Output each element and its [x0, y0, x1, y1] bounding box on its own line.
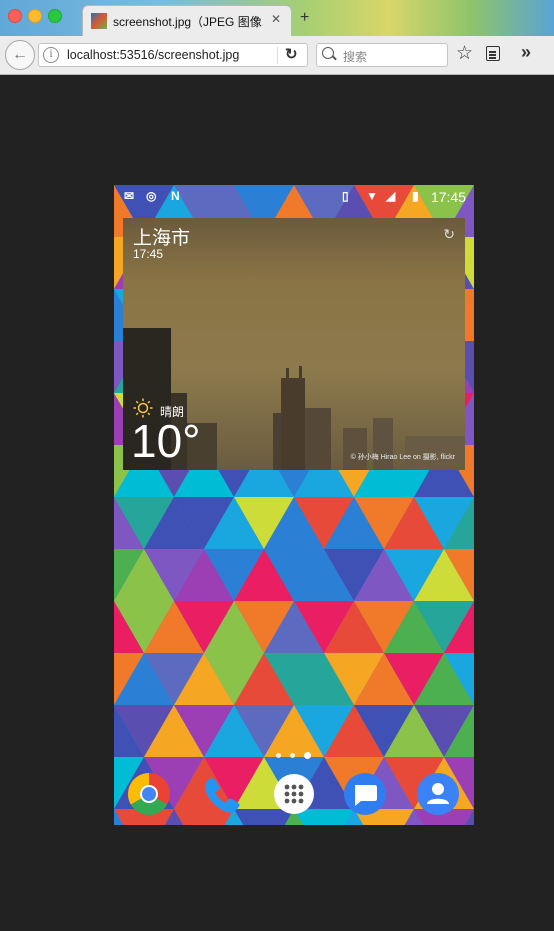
reading-list-icon[interactable]: [486, 46, 500, 61]
tab-close-icon[interactable]: ✕: [271, 12, 281, 26]
refresh-icon[interactable]: ↻: [443, 226, 455, 243]
signal-icon: ◢: [386, 189, 396, 203]
battery-icon: ▮: [412, 189, 419, 203]
reload-icon[interactable]: ↻: [285, 45, 298, 63]
browser-tab[interactable]: screenshot.jpg（JPEG 图像... ✕: [82, 5, 292, 36]
minimize-window-button[interactable]: [28, 9, 42, 23]
window-titlebar: screenshot.jpg（JPEG 图像... ✕ +: [0, 0, 554, 36]
back-button[interactable]: ←: [5, 40, 35, 70]
back-arrow-icon: ←: [12, 46, 28, 63]
nfc-icon: N: [171, 189, 180, 203]
navigation-toolbar: ← i localhost:53516/screenshot.jpg ↻ 搜索 …: [0, 36, 554, 75]
chrome-icon[interactable]: [127, 772, 171, 816]
vibrate-icon: ▯: [342, 189, 349, 203]
search-icon: [322, 47, 334, 59]
search-input[interactable]: 搜索: [316, 43, 448, 67]
new-tab-button[interactable]: +: [300, 9, 309, 27]
email-icon: ✉: [124, 189, 135, 203]
url-separator: [277, 47, 278, 64]
weather-widget[interactable]: 上海市 17:45 ↻ 晴朗 10° © 孙小梅 Hirao Lee on 摄影…: [123, 218, 465, 470]
messages-icon[interactable]: [343, 772, 387, 816]
phone-screenshot: ✉ ◎ N ▯ ▼ ◢ ▮ 17:45 上海市 17:45 ↻ 晴朗 10° ©…: [114, 185, 474, 825]
zoom-window-button[interactable]: [48, 9, 62, 23]
overflow-chevron-icon[interactable]: »: [521, 42, 531, 63]
bookmark-star-icon[interactable]: ☆: [456, 42, 473, 65]
page-dot: [290, 753, 295, 758]
android-status-bar: ✉ ◎ N ▯ ▼ ◢ ▮ 17:45: [114, 185, 474, 209]
photo-credit: © 孙小梅 Hirao Lee on 摄影, flickr: [350, 454, 455, 461]
weather-temperature: 10°: [131, 415, 201, 467]
status-time: 17:45: [430, 189, 466, 205]
info-icon[interactable]: i: [43, 47, 59, 63]
phone-icon[interactable]: [199, 772, 243, 816]
tab-title: screenshot.jpg（JPEG 图像...: [113, 15, 263, 29]
page-dot: [276, 753, 281, 758]
address-bar[interactable]: i localhost:53516/screenshot.jpg ↻: [38, 43, 308, 67]
url-text: localhost:53516/screenshot.jpg: [67, 48, 240, 62]
wifi-icon: ▼: [366, 189, 378, 203]
weather-time: 17:45: [133, 247, 164, 261]
close-window-button[interactable]: [8, 9, 22, 23]
weibo-icon: ◎: [146, 189, 157, 203]
search-placeholder: 搜索: [343, 50, 368, 64]
image-favicon-icon: [91, 13, 107, 29]
contacts-icon[interactable]: [416, 772, 460, 816]
app-drawer-icon[interactable]: [272, 772, 316, 816]
weather-city: 上海市: [133, 228, 191, 249]
page-dot-active: [304, 752, 311, 759]
home-page-indicator: [274, 751, 314, 761]
